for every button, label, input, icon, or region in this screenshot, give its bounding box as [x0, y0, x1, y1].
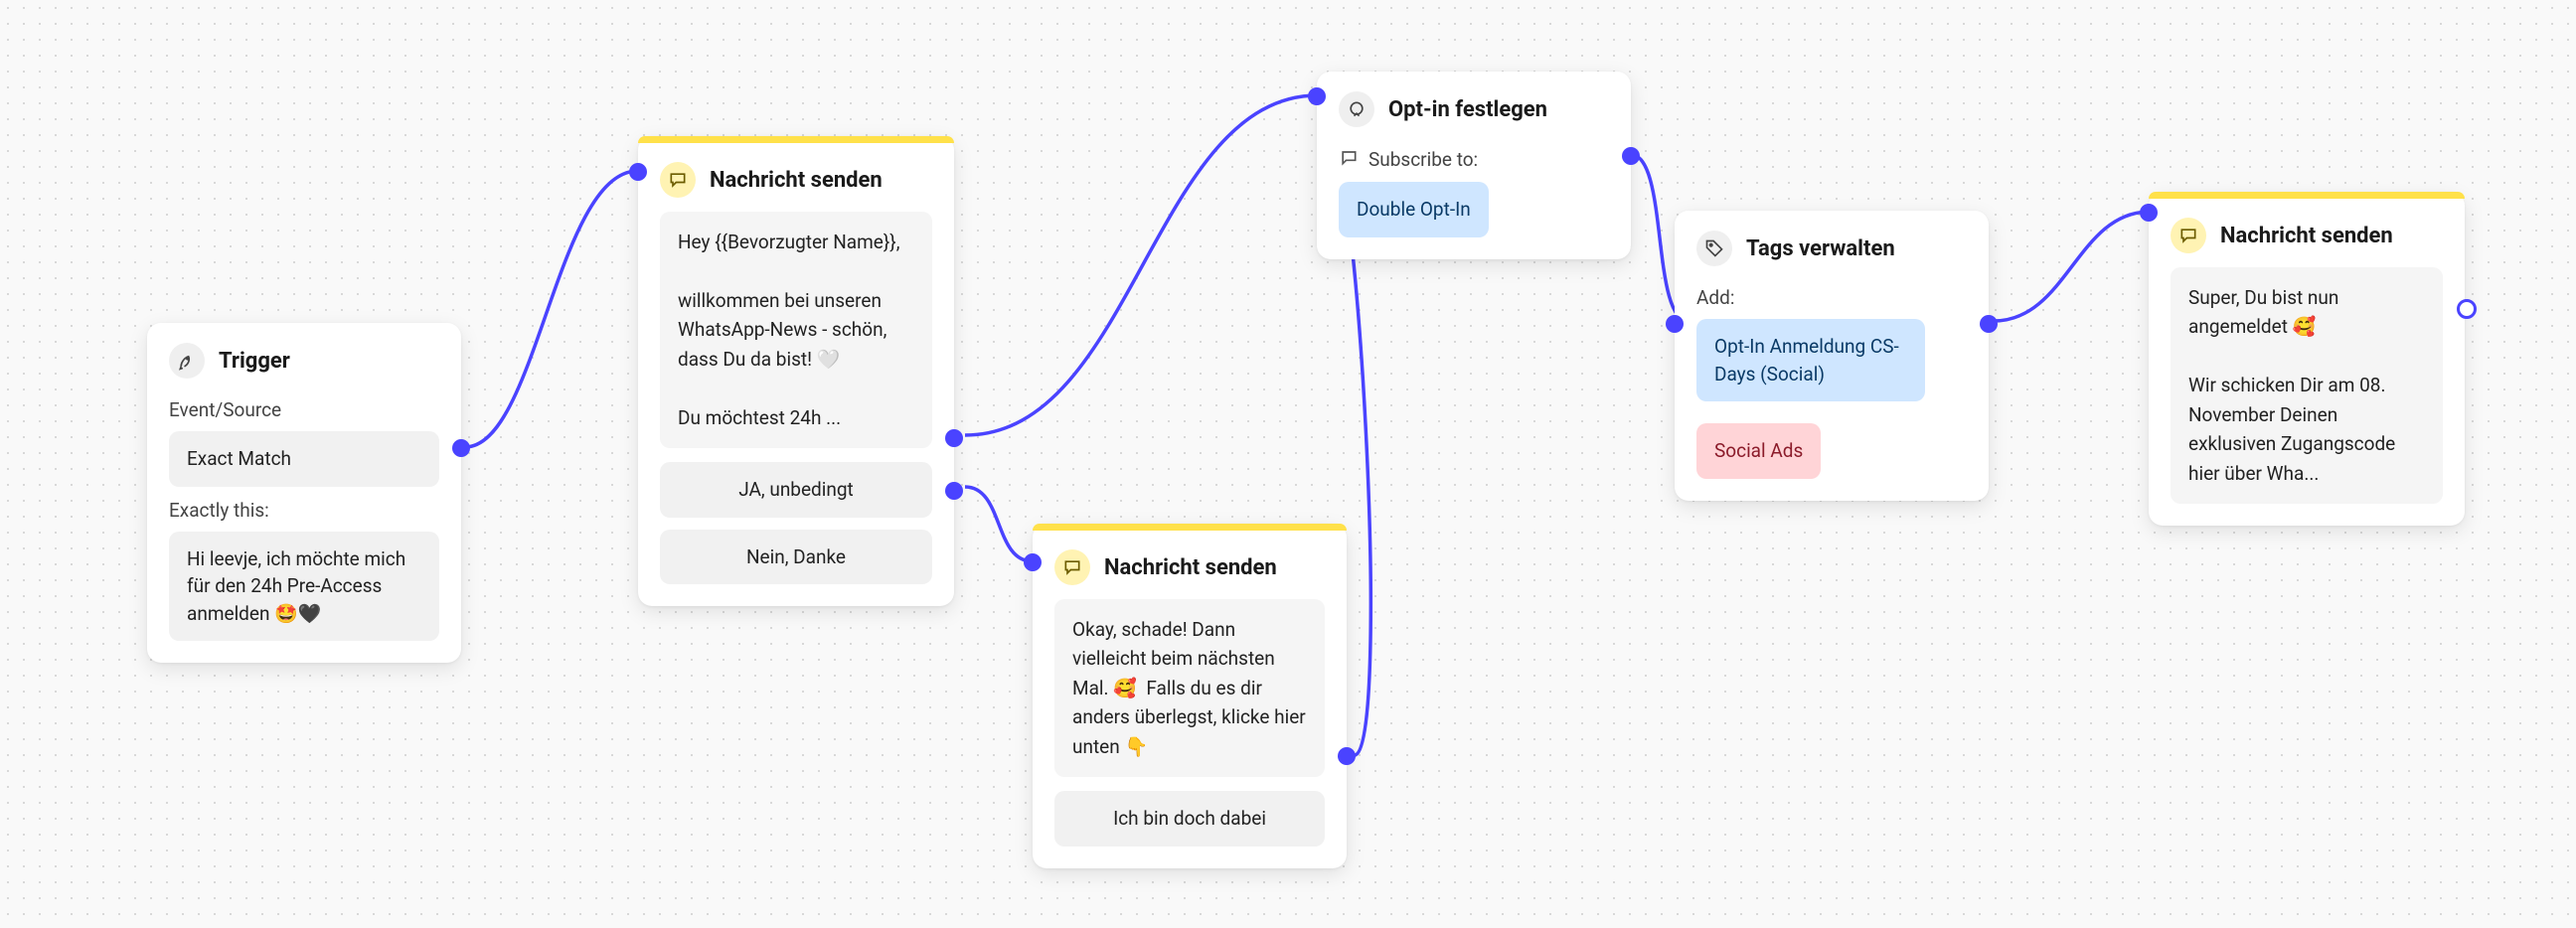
port-out-open[interactable] [2457, 299, 2477, 319]
port-in[interactable] [1666, 315, 1684, 333]
node-title: Nachricht senden [2220, 224, 2393, 248]
port-out[interactable] [1622, 147, 1640, 165]
node-title: Nachricht senden [1104, 555, 1277, 580]
node-message-3[interactable]: Nachricht senden Super, Du bist nun ange… [2149, 192, 2465, 526]
node-title: Opt-in festlegen [1388, 97, 1547, 122]
port-in[interactable] [1024, 553, 1042, 571]
node-title: Trigger [219, 349, 290, 374]
node-title: Nachricht senden [710, 168, 883, 193]
message-body[interactable]: Okay, schade! Dann vielleicht beim nächs… [1054, 599, 1325, 777]
port-in[interactable] [629, 163, 647, 181]
tag-icon [1696, 231, 1732, 266]
speech-icon [1339, 91, 1374, 127]
event-source-label: Event/Source [169, 398, 439, 421]
quick-reply-yes[interactable]: Ich bin doch dabei [1054, 791, 1325, 847]
port-out-yes[interactable] [945, 429, 963, 447]
message-body[interactable]: Hey {{Bevorzugter Name}}, willkommen bei… [660, 212, 932, 448]
match-type-pill[interactable]: Exact Match [169, 431, 439, 487]
port-out[interactable] [1980, 315, 1998, 333]
subscribe-label: Subscribe to: [1368, 148, 1478, 171]
add-label: Add: [1696, 286, 1967, 309]
port-in[interactable] [2140, 204, 2158, 222]
chat-icon [1054, 549, 1090, 585]
node-message-2[interactable]: Nachricht senden Okay, schade! Dann viel… [1033, 524, 1347, 868]
port-out-yes[interactable] [1338, 747, 1356, 765]
tag-optin[interactable]: Opt-In Anmeldung CS-Days (Social) [1696, 319, 1925, 401]
port-out-no[interactable] [945, 482, 963, 500]
rocket-icon [169, 343, 205, 379]
node-message-1[interactable]: Nachricht senden Hey {{Bevorzugter Name}… [638, 136, 954, 606]
quick-reply-yes[interactable]: JA, unbedingt [660, 462, 932, 518]
node-title: Tags verwalten [1746, 236, 1895, 261]
subscribe-tag[interactable]: Double Opt-In [1339, 182, 1489, 237]
chat-icon [2171, 218, 2206, 253]
node-trigger[interactable]: Trigger Event/Source Exact Match Exactly… [147, 323, 461, 663]
chat-icon [660, 162, 696, 198]
exactly-this-label: Exactly this: [169, 499, 439, 522]
port-out[interactable] [452, 439, 470, 457]
trigger-text[interactable]: Hi leevje, ich möchte mich für den 24h P… [169, 532, 439, 642]
node-tags[interactable]: Tags verwalten Add: Opt-In Anmeldung CS-… [1675, 211, 1989, 501]
tag-social-ads[interactable]: Social Ads [1696, 423, 1821, 479]
node-optin[interactable]: Opt-in festlegen Subscribe to: Double Op… [1317, 72, 1631, 259]
subscribe-icon [1339, 147, 1359, 172]
quick-reply-no[interactable]: Nein, Danke [660, 530, 932, 585]
message-body[interactable]: Super, Du bist nun angemeldet 🥰 Wir schi… [2171, 267, 2443, 504]
port-in[interactable] [1308, 87, 1326, 105]
